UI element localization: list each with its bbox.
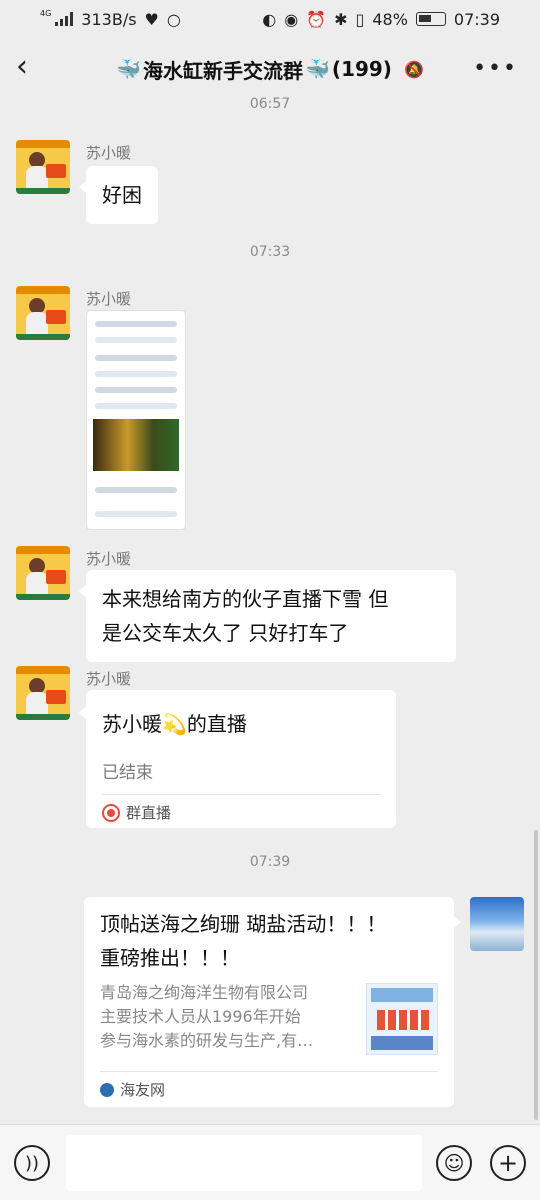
whale-icon: 🐳 — [305, 57, 330, 81]
link-desc-line: 青岛海之绚海洋生物有限公司 — [100, 983, 309, 1002]
chat-header: ‹ 🐳 海水缸新手交流群 🐳 (199) 🔕 ••• — [0, 38, 540, 100]
message-bubble[interactable]: 本来想给南方的伙子直播下雪 但 是公交车太久了 只好打车了 — [79, 570, 456, 662]
sender-name: 苏小暖 — [86, 670, 132, 688]
vibrate-icon: ▯ — [355, 9, 365, 29]
sender-name: 苏小暖 — [86, 550, 132, 568]
eye-icon: ◉ — [284, 9, 299, 29]
sender-name: 苏小暖 — [86, 290, 132, 308]
link-desc-line: 主要技术人员从1996年开始 — [100, 1007, 301, 1026]
message-text: 好困 — [102, 183, 142, 207]
network-type: 4G — [40, 8, 52, 18]
sender-name: 苏小暖 — [86, 144, 132, 162]
clock: 07:39 — [453, 9, 500, 29]
message-bubble[interactable]: 好困 — [79, 166, 158, 224]
mute-bell-icon: 🔕 — [403, 59, 424, 79]
avatar[interactable] — [16, 546, 70, 600]
input-bar: )) ☺ + — [0, 1124, 540, 1200]
chat-title: 🐳 海水缸新手交流群 🐳 (199) 🔕 — [116, 55, 424, 84]
back-arrow-icon[interactable]: ‹ — [16, 52, 44, 82]
link-thumbnail — [366, 983, 438, 1055]
avatar[interactable] — [16, 666, 70, 720]
heart-icon: ♥ — [144, 9, 159, 29]
nfc-icon: ◐ — [262, 9, 277, 29]
group-name: 海水缸新手交流群 — [143, 58, 304, 83]
sparkle-icon: 💫 — [162, 712, 187, 736]
scrollbar[interactable] — [534, 830, 538, 1120]
whale-icon: 🐳 — [116, 57, 142, 81]
link-desc-line: 参与海水素的研发与生产,有… — [100, 1031, 314, 1050]
link-source-label: 海友网 — [120, 1081, 166, 1099]
live-status: 已结束 — [102, 763, 153, 783]
link-title-line: 顶帖送海之绚珊 瑚盐活动！！！ — [100, 912, 387, 936]
link-title: 顶帖送海之绚珊 瑚盐活动！！！ 重磅推出！！！ — [100, 907, 440, 975]
link-title-line: 重磅推出！！！ — [100, 946, 240, 970]
image-message[interactable] — [86, 310, 186, 530]
live-stream-card[interactable]: 苏小暖💫的直播 已结束 群直播 — [79, 690, 396, 828]
alarm-icon: ⏰ — [306, 9, 327, 29]
timestamp: 06:57 — [249, 96, 291, 112]
live-host: 苏小暖 — [102, 712, 162, 736]
avatar[interactable] — [16, 140, 70, 194]
voice-icon[interactable]: )) — [14, 1145, 50, 1181]
timestamp: 07:33 — [249, 244, 291, 260]
avatar[interactable] — [16, 286, 70, 340]
live-icon — [102, 803, 120, 822]
link-card[interactable]: 顶帖送海之绚珊 瑚盐活动！！！ 重磅推出！！！ 青岛海之绚海洋生物有限公司 主要… — [84, 897, 461, 1107]
message-text-line: 本来想给南方的伙子直播下雪 但 — [102, 587, 389, 611]
add-icon[interactable]: + — [490, 1145, 526, 1181]
signal-icon — [55, 12, 74, 26]
live-source: 群直播 — [102, 802, 171, 823]
live-source-label: 群直播 — [126, 804, 172, 822]
my-avatar[interactable] — [470, 897, 524, 951]
live-title-suffix: 的直播 — [186, 712, 247, 736]
timestamp: 07:39 — [249, 854, 291, 870]
more-options-icon[interactable]: ••• — [473, 56, 518, 81]
bluetooth-icon: ✱ — [334, 9, 348, 29]
live-title: 苏小暖💫的直播 — [102, 708, 247, 737]
battery-icon — [415, 12, 446, 26]
emoji-icon[interactable]: ☺ — [436, 1145, 472, 1181]
divider — [100, 1071, 438, 1072]
link-source: 海友网 — [100, 1079, 165, 1100]
message-input[interactable] — [66, 1135, 422, 1191]
source-logo-icon — [100, 1082, 114, 1097]
circle-icon: ○ — [166, 9, 181, 29]
status-bar: 4G 313B/s ♥ ○ ◐ ◉ ⏰ ✱ ▯ 48% 07:39 — [0, 0, 540, 38]
link-description: 青岛海之绚海洋生物有限公司 主要技术人员从1996年开始 参与海水素的研发与生产… — [100, 981, 360, 1053]
network-speed: 313B/s — [81, 9, 137, 29]
divider — [102, 794, 380, 795]
message-text-line: 是公交车太久了 只好打车了 — [102, 621, 349, 645]
member-count: (199) — [331, 57, 392, 81]
battery-percent: 48% — [372, 9, 408, 29]
